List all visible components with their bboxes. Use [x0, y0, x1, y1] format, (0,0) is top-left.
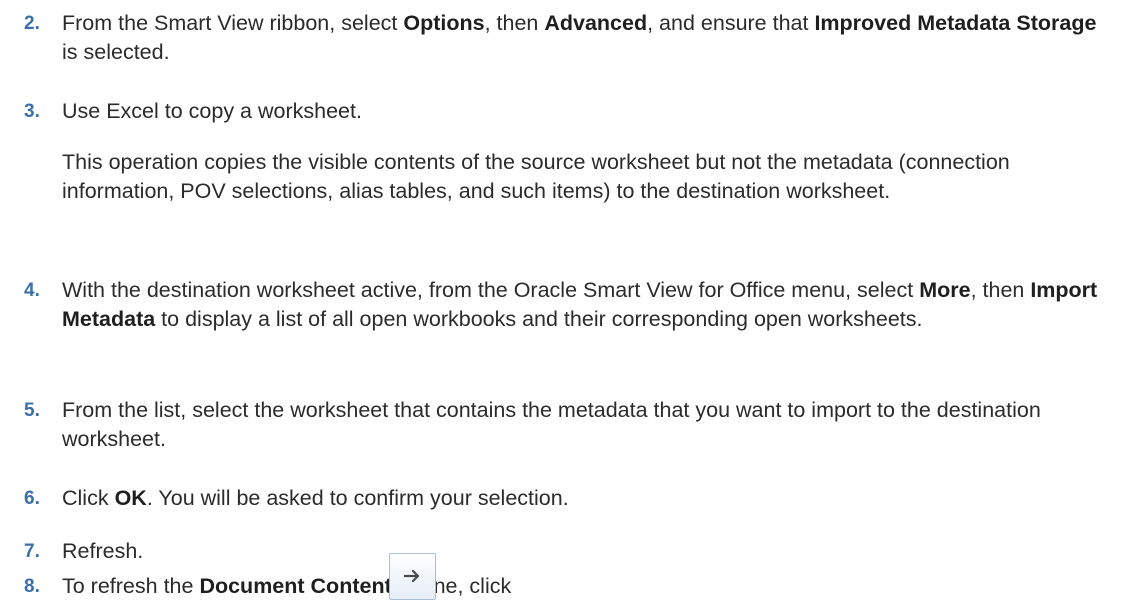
step-note-text: This operation copies the visible conten… — [62, 150, 1010, 203]
step-3: 3. Use Excel to copy a worksheet. — [0, 97, 1131, 126]
step-text: To refresh the Document Contents pane, c… — [62, 553, 1113, 601]
step-number: 5. — [24, 400, 40, 421]
step-number: 4. — [24, 280, 40, 301]
step-4: 4. With the destination worksheet active… — [0, 276, 1131, 334]
step-text: Use Excel to copy a worksheet. — [62, 99, 362, 123]
ui-term-improved-metadata-storage: Improved Metadata Storage — [814, 11, 1097, 35]
step-text: With the destination worksheet active, f… — [62, 278, 1098, 331]
step-number: 6. — [24, 488, 40, 509]
step-3-note: This operation copies the visible conten… — [0, 148, 1131, 206]
step-text: Click OK. You will be asked to confirm y… — [62, 486, 569, 510]
step-text: From the list, select the worksheet that… — [62, 398, 1041, 451]
refresh-button[interactable] — [389, 553, 436, 600]
step-5: 5. From the list, select the worksheet t… — [0, 396, 1131, 454]
step-number: 2. — [24, 13, 40, 34]
ui-term-options: Options — [403, 11, 485, 35]
ui-term-more: More — [919, 278, 971, 302]
ui-term-document-contents: Document Contents — [199, 574, 404, 598]
refresh-arrow-icon — [404, 569, 420, 583]
step-2: 2. From the Smart View ribbon, select Op… — [0, 9, 1131, 67]
step-number: 3. — [24, 101, 40, 122]
step-8: 8. To refresh the Document Contents pane… — [0, 553, 1131, 601]
ui-term-advanced: Advanced — [544, 11, 648, 35]
ui-term-ok: OK — [114, 486, 147, 510]
step-text: From the Smart View ribbon, select Optio… — [62, 11, 1097, 64]
step-6: 6. Click OK. You will be asked to confir… — [0, 484, 1131, 513]
step-number: 8. — [24, 576, 40, 597]
